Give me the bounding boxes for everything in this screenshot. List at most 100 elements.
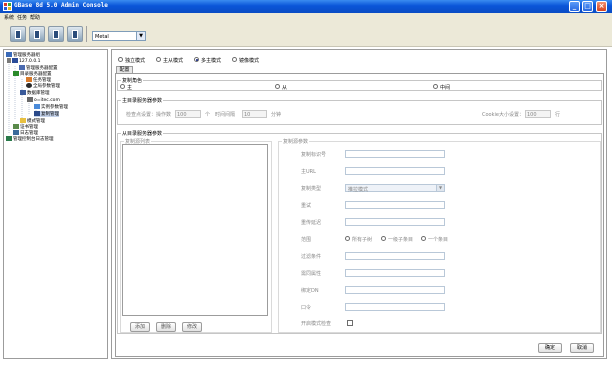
mode-radio-multi-master[interactable]	[194, 57, 199, 62]
menu-task[interactable]: 任务	[17, 14, 27, 21]
tree-node-replication[interactable]: 复制管理	[34, 111, 59, 117]
mode-label-standalone: 独立模式	[125, 58, 146, 64]
folder-icon	[27, 97, 33, 102]
cookie-label: Cookie大小设置：	[482, 112, 524, 118]
cancel-button[interactable]: 取消	[570, 343, 594, 353]
tls-checkbox[interactable]	[347, 320, 353, 326]
master-params-group: 主目录服务器参数 检查点设置：操作数 100 个 时间间隔 10 分钟 Cook…	[117, 97, 602, 125]
url-label: 主URL	[301, 169, 316, 175]
toolbar: Metal ▼	[0, 22, 612, 47]
source-params-group: 复制源参数 复制标识号 主URL 复制类型 推拉模式 ▼ 重试 重传延迟 范围 …	[278, 138, 601, 333]
bind-dn-input[interactable]	[345, 286, 445, 294]
retry-interval-input[interactable]	[345, 218, 445, 226]
tree-icon	[13, 71, 19, 76]
audit-icon	[6, 136, 12, 141]
task-icon	[26, 77, 32, 82]
log-icon	[13, 130, 19, 135]
tls-label: 开启模式检查	[301, 321, 332, 327]
tree-node-global-param[interactable]: 全局参数管理	[26, 83, 60, 89]
id-label: 复制标识号	[301, 152, 327, 158]
tree-node-data[interactable]: 数据库管理	[20, 90, 50, 96]
cookie-input[interactable]: 100	[525, 110, 551, 118]
tree-node-audit[interactable]: 管理控制台日志管理	[6, 136, 54, 142]
scope-label-entry: 一个条目	[428, 237, 449, 243]
content-pane: 独立模式 主从模式 多主模式 镜像模式 配置 复制角色 主 从 中间 主目录服务…	[111, 49, 607, 359]
url-input[interactable]	[345, 167, 445, 175]
mode-label-master-slave: 主从模式	[163, 58, 184, 64]
maximize-button[interactable]: □	[582, 1, 593, 12]
tree-node-host[interactable]: 127.0.0.1	[7, 58, 40, 64]
type-select[interactable]: 推拉模式 ▼	[345, 184, 445, 193]
toolbar-button-4[interactable]	[67, 26, 83, 42]
toolbar-button-2[interactable]	[29, 26, 45, 42]
mode-radio-master-slave[interactable]	[156, 57, 161, 62]
type-value: 推拉模式	[348, 187, 369, 193]
tab-config[interactable]: 配置	[116, 66, 133, 73]
title-bar: GBase 8d 5.0 Admin Console _ □ ×	[0, 0, 612, 13]
master-params-legend: 主目录服务器参数	[121, 97, 164, 104]
menu-system[interactable]: 系统	[4, 14, 14, 21]
toolbar-button-1[interactable]	[10, 26, 26, 42]
navigation-tree[interactable]: 管理服务器组 127.0.0.1 管理服务器配置 目录服务器配置 任务管理 全局…	[3, 49, 108, 359]
ok-button[interactable]: 确定	[538, 343, 562, 353]
folder-icon	[20, 118, 26, 123]
password-input[interactable]	[345, 303, 445, 311]
chevron-down-icon[interactable]: ▼	[136, 32, 145, 40]
scope-radio-entry[interactable]	[421, 236, 426, 241]
theme-select[interactable]: Metal ▼	[92, 31, 146, 41]
replication-icon	[34, 111, 40, 116]
host-icon	[12, 58, 18, 63]
slave-params-group: 从目录服务器参数 复制源列表 添加 删除 修改 复制源参数 复制标识号 主URL…	[117, 130, 602, 334]
source-params-legend: 复制源参数	[282, 138, 310, 145]
type-label: 复制类型	[301, 186, 322, 192]
mode-radio-standalone[interactable]	[118, 57, 123, 62]
instance-icon	[34, 104, 40, 109]
config-panel: 复制角色 主 从 中间 主目录服务器参数 检查点设置：操作数 100 个 时间间…	[115, 73, 604, 357]
server-icon	[34, 30, 40, 39]
retry-interval-label: 重传延迟	[301, 220, 322, 226]
id-input[interactable]	[345, 150, 445, 158]
server-icon	[15, 30, 21, 39]
unit-row-label: 行	[555, 112, 561, 118]
tree-node-instance[interactable]: 实例参数管理	[34, 104, 68, 110]
attrs-input[interactable]	[345, 269, 445, 277]
mode-label-mirror: 镜像模式	[239, 58, 260, 64]
chevron-down-icon[interactable]: ▼	[436, 185, 444, 191]
unit-count-label: 个	[205, 112, 211, 118]
close-button[interactable]: ×	[596, 1, 607, 12]
tree-node-domain[interactable]: o=itec.com	[27, 97, 60, 103]
checkpoint-label: 检查点设置：操作数	[126, 112, 172, 118]
retry-input[interactable]	[345, 201, 445, 209]
slave-params-legend: 从目录服务器参数	[121, 130, 164, 137]
toolbar-button-3[interactable]	[48, 26, 64, 42]
minimize-button[interactable]: _	[569, 1, 580, 12]
interval-input[interactable]: 10	[242, 110, 267, 118]
role-label-middle: 中间	[440, 85, 451, 91]
filter-input[interactable]	[345, 252, 445, 260]
menu-help[interactable]: 帮助	[30, 14, 40, 21]
scope-label: 范围	[301, 237, 312, 243]
source-list[interactable]	[122, 144, 268, 316]
checkpoint-ops-input[interactable]: 100	[175, 110, 201, 118]
role-radio-slave[interactable]	[275, 84, 280, 89]
filter-label: 过滤条件	[301, 254, 322, 260]
role-group: 复制角色 主 从 中间	[117, 77, 602, 91]
collapse-toggle-icon[interactable]	[7, 58, 11, 63]
role-radio-middle[interactable]	[433, 84, 438, 89]
add-button[interactable]: 添加	[130, 322, 150, 332]
delete-button[interactable]: 删除	[156, 322, 176, 332]
modify-button[interactable]: 修改	[182, 322, 202, 332]
interval-label: 时间间隔	[215, 112, 236, 118]
window-title: GBase 8d 5.0 Admin Console	[14, 2, 108, 9]
server-group-icon	[6, 52, 12, 57]
database-icon	[20, 90, 26, 95]
server-icon	[72, 30, 78, 39]
certificate-icon	[13, 124, 19, 129]
config-icon	[19, 65, 25, 70]
role-radio-master[interactable]	[120, 84, 125, 89]
role-legend: 复制角色	[121, 77, 144, 84]
menu-bar: 系统 任务 帮助	[0, 13, 612, 22]
scope-radio-one-level[interactable]	[381, 236, 386, 241]
scope-radio-subtree[interactable]	[345, 236, 350, 241]
mode-radio-mirror[interactable]	[232, 57, 237, 62]
